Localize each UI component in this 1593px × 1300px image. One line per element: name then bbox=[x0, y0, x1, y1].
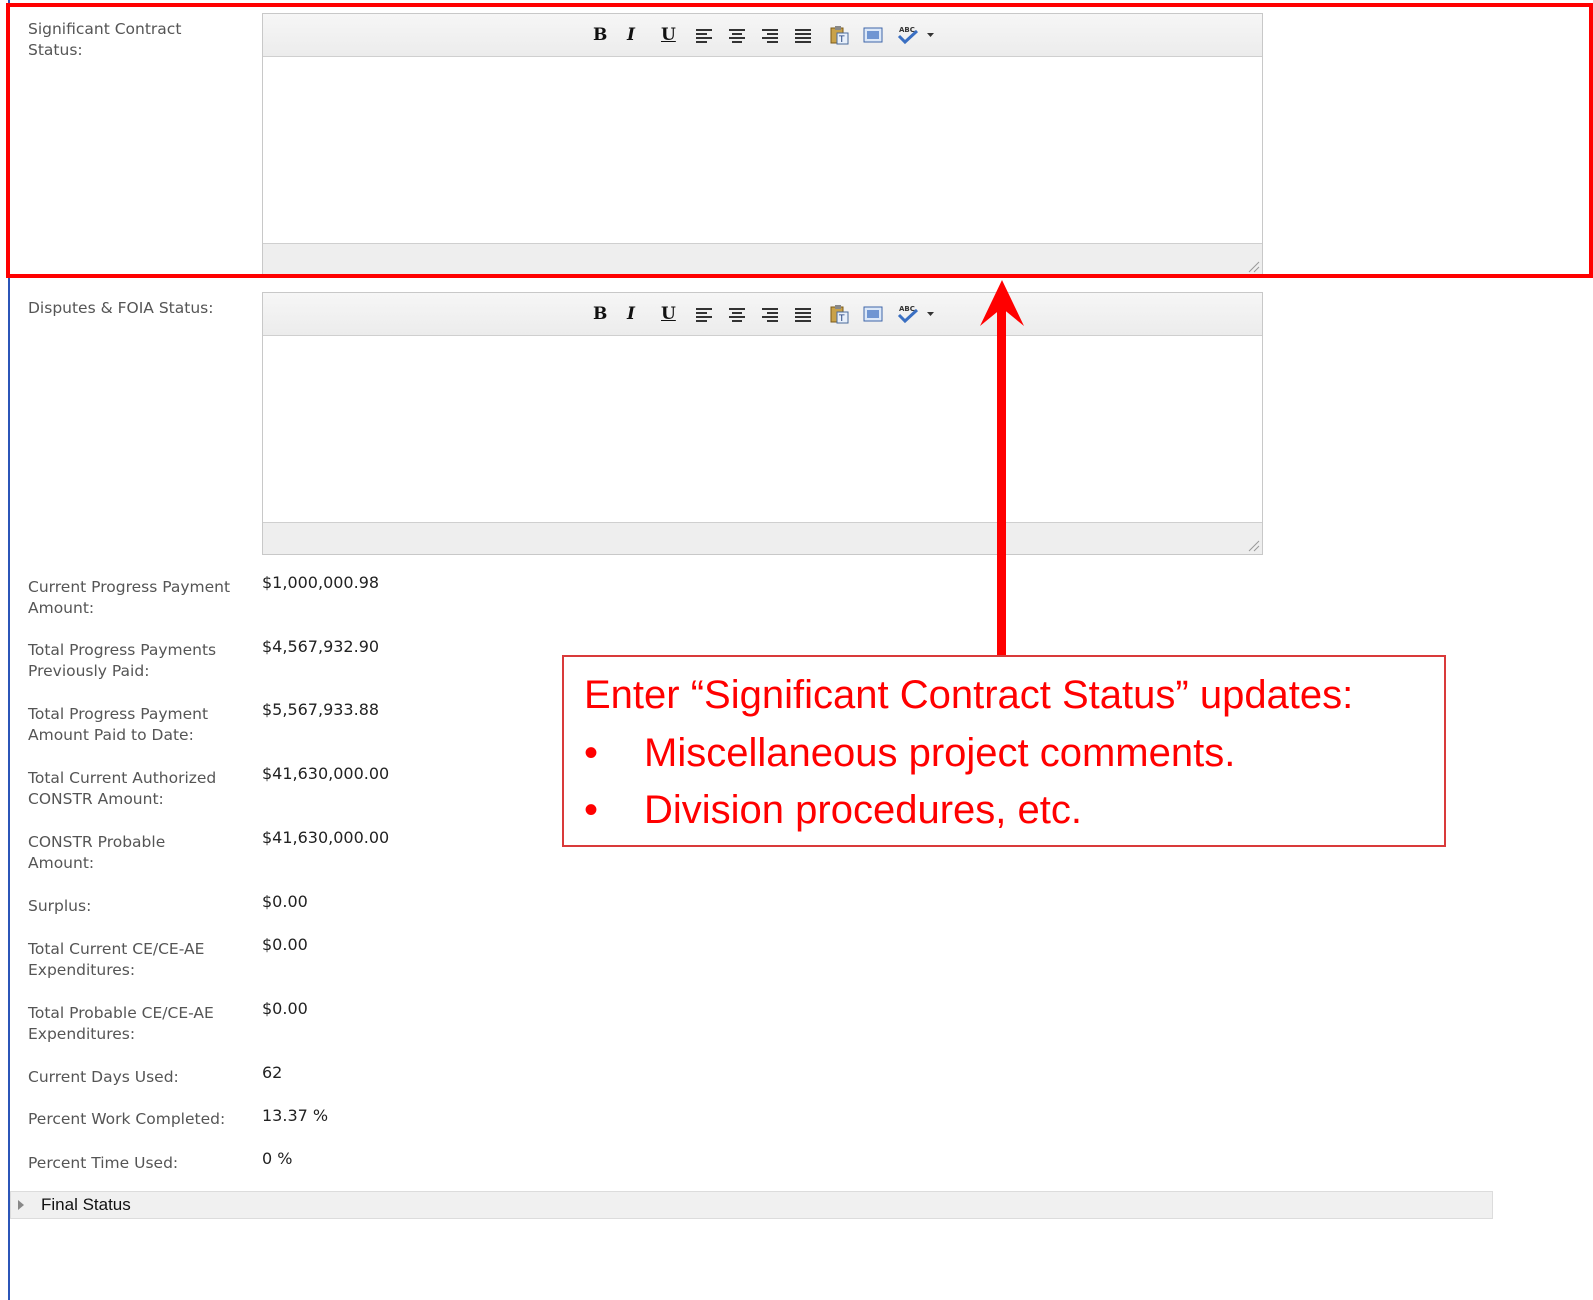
final-status-section-header[interactable]: Final Status bbox=[10, 1191, 1493, 1219]
svg-text:ABC: ABC bbox=[899, 305, 915, 313]
total-probable-ce-expenditures-label: Total Probable CE/CE-AE Expenditures: bbox=[28, 1004, 214, 1043]
surplus-label: Surplus: bbox=[28, 897, 92, 915]
percent-work-completed-label: Percent Work Completed: bbox=[28, 1110, 226, 1128]
editor-status-bar bbox=[263, 522, 1262, 554]
bullet-dot: • bbox=[584, 788, 599, 832]
constr-probable-amount-label: CONSTR Probable Amount: bbox=[28, 833, 166, 872]
callout-bullet-text: Miscellaneous project comments. bbox=[644, 731, 1236, 775]
disputes-foia-status-editor[interactable]: B I U T ABC bbox=[262, 292, 1263, 555]
resize-grip-icon[interactable] bbox=[1246, 538, 1260, 552]
underline-button[interactable]: U bbox=[661, 304, 676, 324]
paste-text-icon[interactable]: T bbox=[829, 304, 849, 324]
svg-text:T: T bbox=[838, 314, 845, 324]
current-days-used-label: Current Days Used: bbox=[28, 1068, 179, 1086]
current-progress-payment-label: Current Progress Payment Amount: bbox=[28, 578, 231, 617]
annotation-arrow-shaft bbox=[997, 298, 1006, 656]
percent-work-completed-value: 13.37 % bbox=[262, 1106, 329, 1125]
dropdown-arrow-icon[interactable] bbox=[927, 304, 935, 324]
callout-bullet-text: Division procedures, etc. bbox=[644, 788, 1082, 832]
italic-button[interactable]: I bbox=[627, 304, 635, 324]
total-current-ce-expenditures-label: Total Current CE/CE-AE Expenditures: bbox=[28, 940, 205, 979]
total-progress-payment-paid-to-date-label: Total Progress Payment Amount Paid to Da… bbox=[28, 705, 209, 744]
align-justify-icon[interactable] bbox=[794, 304, 812, 324]
align-left-icon[interactable] bbox=[695, 304, 713, 324]
constr-probable-amount-value: $41,630,000.00 bbox=[262, 828, 390, 847]
final-status-label: Final Status bbox=[41, 1195, 131, 1214]
disputes-foia-status-label: Disputes & FOIA Status: bbox=[28, 299, 214, 317]
select-all-icon[interactable] bbox=[863, 304, 883, 324]
current-progress-payment-value: $1,000,000.98 bbox=[262, 573, 380, 592]
percent-time-used-value: 0 % bbox=[262, 1149, 293, 1168]
surplus-value: $0.00 bbox=[262, 892, 308, 911]
total-probable-ce-expenditures-value: $0.00 bbox=[262, 999, 308, 1018]
total-current-authorized-constr-label: Total Current Authorized CONSTR Amount: bbox=[28, 769, 217, 808]
bold-button[interactable]: B bbox=[593, 304, 607, 324]
bullet-dot: • bbox=[584, 731, 599, 775]
total-progress-payment-paid-to-date-value: $5,567,933.88 bbox=[262, 700, 380, 719]
annotation-callout: Enter “Significant Contract Status” upda… bbox=[562, 655, 1446, 847]
callout-title: Enter “Significant Contract Status” upda… bbox=[584, 673, 1354, 717]
editor-text-area[interactable] bbox=[263, 336, 1262, 522]
callout-bullet: • Division procedures, etc. bbox=[584, 786, 1082, 834]
percent-time-used-label: Percent Time Used: bbox=[28, 1154, 179, 1172]
total-current-authorized-constr-value: $41,630,000.00 bbox=[262, 764, 390, 783]
total-progress-payments-previously-paid-value: $4,567,932.90 bbox=[262, 637, 380, 656]
expand-triangle-icon[interactable] bbox=[18, 1200, 24, 1210]
spellcheck-icon[interactable]: ABC bbox=[896, 304, 920, 324]
total-progress-payments-previously-paid-label: Total Progress Payments Previously Paid: bbox=[28, 641, 217, 680]
align-center-icon[interactable] bbox=[728, 304, 746, 324]
align-right-icon[interactable] bbox=[761, 304, 779, 324]
total-current-ce-expenditures-value: $0.00 bbox=[262, 935, 308, 954]
callout-bullet: • Miscellaneous project comments. bbox=[584, 729, 1235, 777]
editor-toolbar: B I U T ABC bbox=[263, 293, 1262, 336]
annotation-highlight-box bbox=[6, 3, 1593, 278]
current-days-used-value: 62 bbox=[262, 1063, 283, 1082]
